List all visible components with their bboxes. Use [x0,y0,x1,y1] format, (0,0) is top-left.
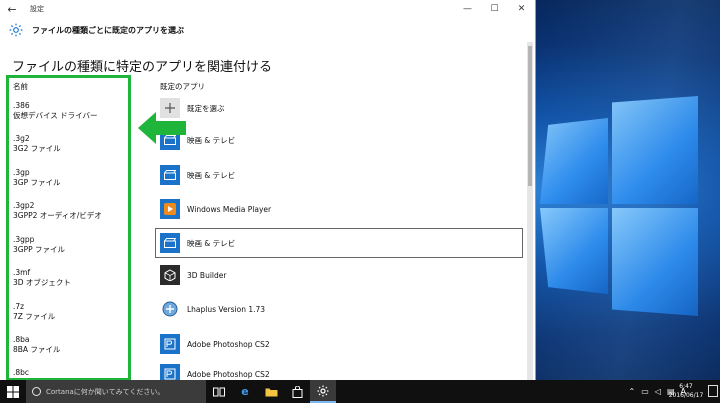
annotation-arrow-icon [138,112,186,146]
search-placeholder: Cortanaに何か聞いてみてください。 [46,387,165,396]
app-label: 映画 & テレビ [187,170,236,180]
app-label: 既定を選ぶ [187,103,225,113]
app-label: 映画 & テレビ [187,135,236,145]
lhaplus-icon [160,299,180,319]
app-label: Lhaplus Version 1.73 [187,304,266,314]
movies-tv-icon [160,165,180,185]
3d-builder-icon [160,265,180,285]
maximize-button[interactable]: ☐ [481,4,508,14]
windows-logo-pane [612,96,698,204]
close-button[interactable]: ✕ [508,4,535,14]
scrollbar-thumb[interactable] [528,46,532,186]
annotation-highlight-box [6,75,131,380]
column-header-default-app: 既定のアプリ [160,82,205,91]
app-label: Windows Media Player [187,204,272,214]
app-item[interactable]: Adobe Photoshop CS2 [160,333,270,355]
windows-logo-pane [540,118,608,204]
volume-icon[interactable]: ◁ [655,387,661,396]
app-item[interactable]: 3D Builder [160,264,226,286]
app-item-selected[interactable]: 映画 & テレビ [160,232,235,254]
start-button[interactable] [0,380,26,403]
settings-window: ← 設定 — ☐ ✕ ファイルの種類ごとに既定のアプリを選ぶ ファイルの種類に特… [0,0,536,380]
clock[interactable]: 6:47 2016/06/17 [664,382,708,400]
app-label: Adobe Photoshop CS2 [187,369,270,379]
photoshop-icon [160,334,180,354]
chevron-up-icon[interactable]: ⌃ [629,387,636,396]
taskbar: Cortanaに何か聞いてみてください。 e ⌃ ▭ ◁ ▤ A 6:47 20… [0,380,720,403]
network-icon[interactable]: ▭ [641,387,649,396]
app-label: 映画 & テレビ [187,238,236,248]
cortana-search-box[interactable]: Cortanaに何か聞いてみてください。 [26,380,206,403]
app-item[interactable]: Adobe Photoshop CS2 [160,363,270,380]
windows-logo-pane [612,208,698,316]
clock-time: 6:47 [679,383,693,390]
header-text: ファイルの種類ごとに既定のアプリを選ぶ [32,25,184,35]
window-title: 設定 [30,5,44,13]
cortana-icon [32,387,41,396]
app-label: 3D Builder [187,270,227,280]
title-bar: ← 設定 — ☐ ✕ [0,0,535,18]
notification-icon[interactable] [708,385,718,397]
minimize-button[interactable]: — [454,4,481,14]
windows-logo-icon [7,385,19,398]
photoshop-icon [160,364,180,380]
clock-date: 2016/06/17 [668,392,704,399]
media-player-icon [160,199,180,219]
file-explorer-icon[interactable] [258,380,284,403]
app-item[interactable]: 映画 & テレビ [160,164,235,186]
app-item[interactable]: Lhaplus Version 1.73 [160,298,265,320]
back-button[interactable]: ← [0,3,24,16]
movies-tv-icon [160,233,180,253]
settings-taskbar-icon[interactable] [310,380,336,403]
edge-browser-icon[interactable]: e [232,380,258,403]
page-header: ファイルの種類ごとに既定のアプリを選ぶ [0,18,535,42]
task-view-icon[interactable] [206,380,232,403]
app-item[interactable]: Windows Media Player [160,198,271,220]
store-icon[interactable] [284,380,310,403]
windows-logo-pane [540,208,608,294]
page-title: ファイルの種類に特定のアプリを関連付ける [12,60,273,75]
app-label: Adobe Photoshop CS2 [187,339,270,349]
gear-icon [8,22,24,38]
